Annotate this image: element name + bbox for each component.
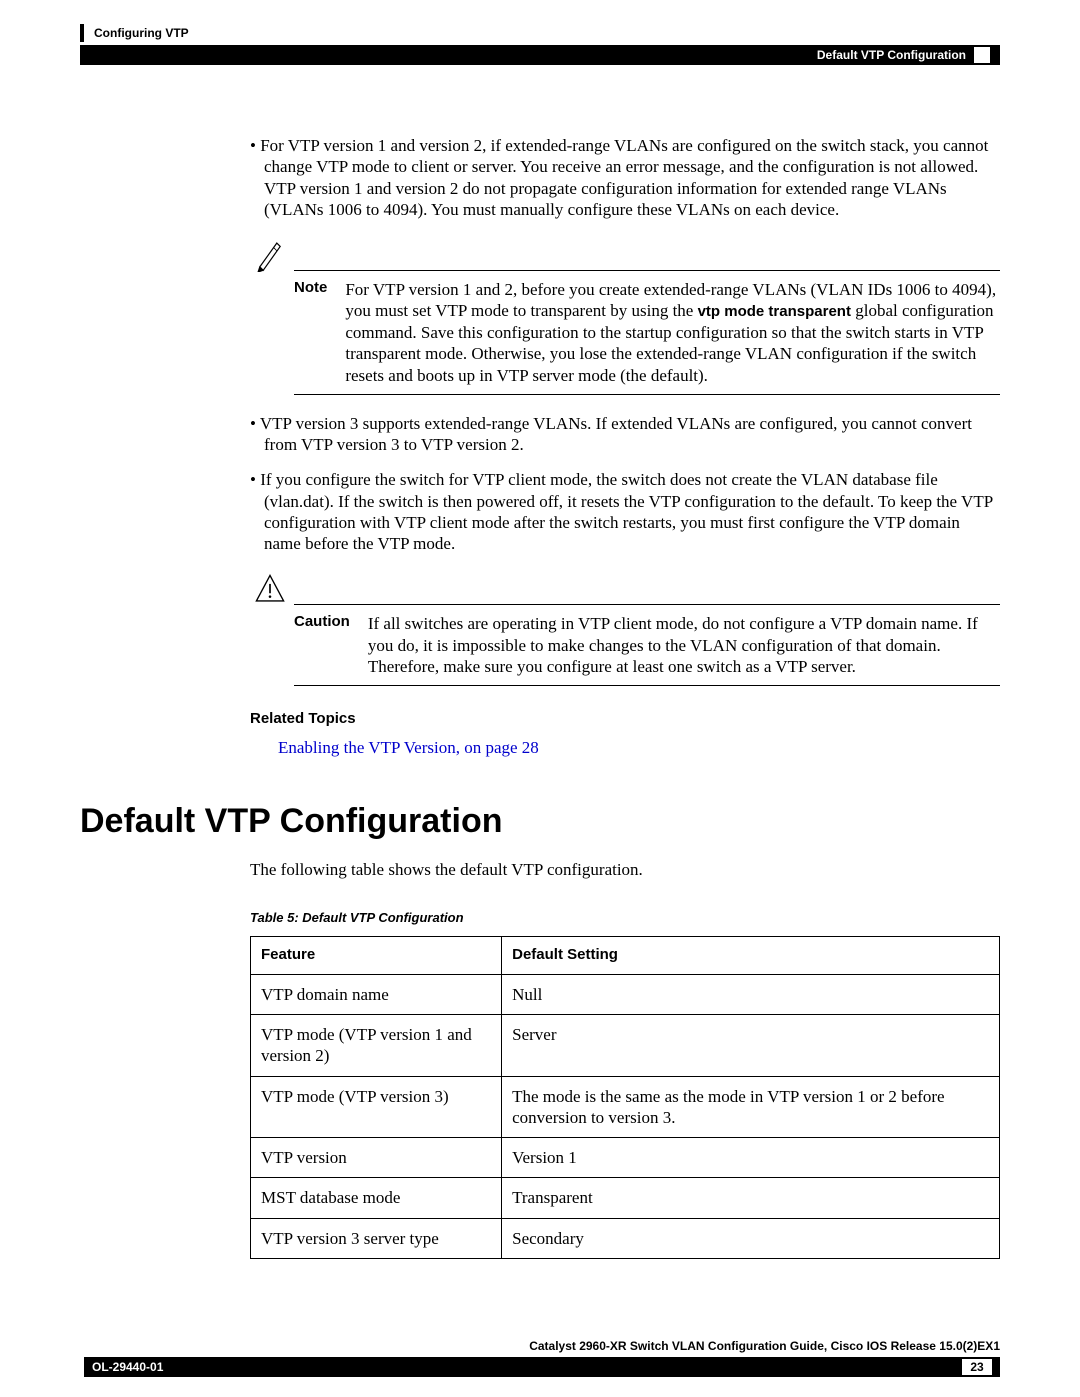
footer-doc-id: OL-29440-01 — [92, 1360, 163, 1374]
page-content: • For VTP version 1 and version 2, if ex… — [250, 135, 1000, 1259]
footer-guide-title: Catalyst 2960-XR Switch VLAN Configurati… — [80, 1339, 1000, 1353]
related-topics-heading: Related Topics — [250, 710, 1000, 729]
table-row: MST database modeTransparent — [251, 1178, 1000, 1218]
table-caption: Table 5: Default VTP Configuration — [250, 910, 1000, 926]
note-text: For VTP version 1 and 2, before you crea… — [345, 279, 1000, 386]
header-block-icon — [974, 47, 990, 63]
note-admonition: Note For VTP version 1 and 2, before you… — [250, 238, 1000, 395]
note-label: Note — [294, 279, 345, 386]
col-default: Default Setting — [502, 937, 1000, 975]
caution-icon — [250, 572, 290, 606]
section-title: Default VTP Configuration — [80, 800, 1000, 843]
caution-text: If all switches are operating in VTP cli… — [368, 613, 1000, 677]
col-feature: Feature — [251, 937, 502, 975]
footer-bar: OL-29440-01 23 — [80, 1357, 1000, 1377]
footer-sep-icon — [80, 1357, 84, 1377]
section-header-bar: Default VTP Configuration — [80, 45, 1000, 65]
footer-page-number: 23 — [962, 1359, 992, 1375]
table-row: VTP version 3 server typeSecondary — [251, 1218, 1000, 1258]
section-intro: The following table shows the default VT… — [250, 859, 1000, 880]
bullet-1: • For VTP version 1 and version 2, if ex… — [250, 135, 1000, 220]
table-row: VTP mode (VTP version 3)The mode is the … — [251, 1076, 1000, 1138]
related-topic-link[interactable]: Enabling the VTP Version, on page 28 — [278, 737, 539, 758]
table-row: VTP versionVersion 1 — [251, 1138, 1000, 1178]
section-header-text: Default VTP Configuration — [817, 48, 966, 62]
bullet-2: • VTP version 3 supports extended-range … — [250, 413, 1000, 456]
vtp-config-table: Feature Default Setting VTP domain nameN… — [250, 936, 1000, 1259]
caution-admonition: Caution If all switches are operating in… — [250, 572, 1000, 686]
chapter-title: Configuring VTP — [94, 26, 189, 40]
caution-label: Caution — [294, 613, 368, 677]
running-header: Configuring VTP — [80, 24, 1000, 42]
page-footer: Catalyst 2960-XR Switch VLAN Configurati… — [80, 1339, 1000, 1377]
note-icon — [250, 238, 290, 272]
table-row: VTP mode (VTP version 1 and version 2)Se… — [251, 1015, 1000, 1077]
bullet-3: • If you configure the switch for VTP cl… — [250, 469, 1000, 554]
table-row: VTP domain nameNull — [251, 974, 1000, 1014]
note-bold-command: vtp mode transparent — [698, 303, 851, 320]
header-bar-icon — [80, 24, 84, 42]
